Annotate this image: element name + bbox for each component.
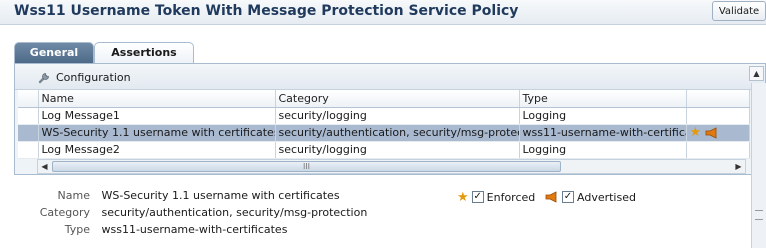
detail-type-label: Type [64, 223, 90, 236]
row-category: security/authentication, security/msg-pr… [275, 124, 520, 142]
row-name: Log Message2 [38, 141, 276, 159]
row-selector[interactable] [18, 141, 39, 159]
column-header-flags [686, 90, 750, 108]
chevron-right-icon[interactable]: ▶ [732, 160, 745, 173]
detail-name-row: Name WS-Security 1.1 username with certi… [30, 189, 360, 205]
column-header-category[interactable]: Category [275, 90, 520, 108]
page-header: Wss11 Username Token With Message Protec… [0, 0, 766, 25]
row-flags: ★ [686, 124, 750, 142]
tab-general[interactable]: General [14, 42, 94, 63]
enforced-checkbox[interactable]: ✓ [471, 191, 484, 203]
detail-category-value: security/authentication, security/msg-pr… [101, 206, 368, 219]
row-name: WS-Security 1.1 username with certificat… [38, 124, 276, 142]
scrollbar-thumb[interactable]: III [52, 161, 561, 172]
detail-name-value: WS-Security 1.1 username with certificat… [101, 189, 340, 202]
row-category: security/logging [275, 141, 520, 159]
advertised-horn-icon [545, 191, 557, 203]
column-header-name[interactable]: Name [38, 90, 276, 108]
detail-type-row: Type wss11-username-with-certificates [30, 223, 360, 239]
advertised-label: Advertised [577, 190, 636, 204]
row-category: security/logging [275, 107, 520, 125]
configuration-label: Configuration [56, 70, 131, 84]
table-row-selected[interactable]: WS-Security 1.1 username with certificat… [18, 124, 750, 142]
vertical-scrollbar[interactable] [751, 83, 766, 248]
assertions-table: Name Category Type Log Message1 security… [18, 90, 750, 159]
row-type: wss11-username-with-certificat... [519, 124, 687, 142]
detail-name-label: Name [57, 189, 90, 202]
validate-button[interactable]: Validate [712, 1, 766, 21]
detail-type-value: wss11-username-with-certificates [101, 223, 288, 236]
table-row[interactable]: Log Message1 security/logging Logging [18, 107, 750, 125]
advertised-checkbox[interactable]: ✓ [562, 191, 574, 203]
row-selector[interactable] [18, 124, 39, 142]
row-selector[interactable] [18, 107, 39, 125]
scrollbar-grip[interactable] [755, 210, 763, 220]
row-flags [686, 107, 750, 125]
tab-assertions[interactable]: Assertions [94, 42, 194, 63]
chevron-up-icon: ▲ [753, 69, 760, 78]
assertions-toolbar: Configuration ▲ [15, 64, 765, 90]
row-type: Logging [519, 141, 687, 159]
detail-category-row: Category security/authentication, securi… [30, 206, 368, 222]
enforced-label: Enforced [486, 190, 536, 204]
table-header-row: Name Category Type [18, 90, 750, 108]
configuration-button[interactable]: Configuration [37, 68, 131, 86]
row-flags [686, 141, 750, 159]
advertised-horn-icon [705, 127, 717, 139]
wrench-icon [38, 73, 49, 84]
assertions-panel: Configuration ▲ Name Category Type Log M… [14, 63, 766, 175]
column-header-type[interactable]: Type [519, 90, 687, 108]
enforced-star-icon: ★ [689, 125, 702, 140]
table-row[interactable]: Log Message2 security/logging Logging [18, 141, 750, 159]
chevron-left-icon[interactable]: ◀ [38, 160, 51, 173]
page-title: Wss11 Username Token With Message Protec… [14, 3, 519, 19]
row-name: Log Message1 [38, 107, 276, 125]
row-selector-header [18, 90, 39, 108]
horizontal-scrollbar[interactable]: ◀ III ▶ [37, 159, 746, 174]
enforced-group: ★ ✓ Enforced [457, 189, 535, 205]
advertised-group: ✓ Advertised [545, 189, 636, 205]
enforced-star-icon: ★ [457, 189, 469, 205]
scroll-up-button[interactable]: ▲ [749, 66, 764, 81]
row-type: Logging [519, 107, 687, 125]
detail-category-label: Category [39, 206, 90, 219]
